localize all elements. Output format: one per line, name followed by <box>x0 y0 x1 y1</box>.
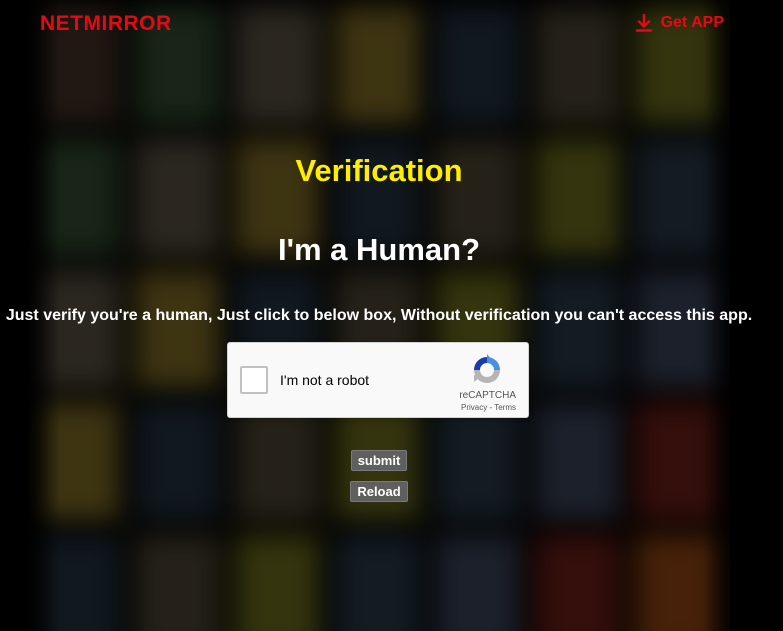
terms-link[interactable]: Terms <box>494 403 516 412</box>
submit-button[interactable]: submit <box>351 450 407 471</box>
recaptcha-icon <box>470 353 504 387</box>
download-icon <box>635 14 653 32</box>
recaptcha-widget: I'm not a robot reCAPTCHA Privacy - Term… <box>227 342 529 418</box>
page-subtitle: I'm a Human? <box>277 232 480 267</box>
recaptcha-label: I'm not a robot <box>280 372 370 388</box>
page-title: Verification <box>295 153 463 188</box>
recaptcha-brand: reCAPTCHA <box>459 390 516 401</box>
reload-button[interactable]: Reload <box>350 481 408 502</box>
get-app-label: Get APP <box>660 14 724 31</box>
recaptcha-checkbox[interactable] <box>240 366 268 394</box>
get-app-link[interactable]: Get APP <box>635 14 724 32</box>
verification-message: Just verify you're a human, Just click t… <box>5 307 753 324</box>
page: NETMIRROR Get APP Verification I'm a Hum… <box>0 0 783 631</box>
app-logo[interactable]: NETMIRROR <box>40 12 172 36</box>
recaptcha-links: Privacy - Terms <box>461 403 516 412</box>
privacy-link[interactable]: Privacy <box>461 403 487 412</box>
